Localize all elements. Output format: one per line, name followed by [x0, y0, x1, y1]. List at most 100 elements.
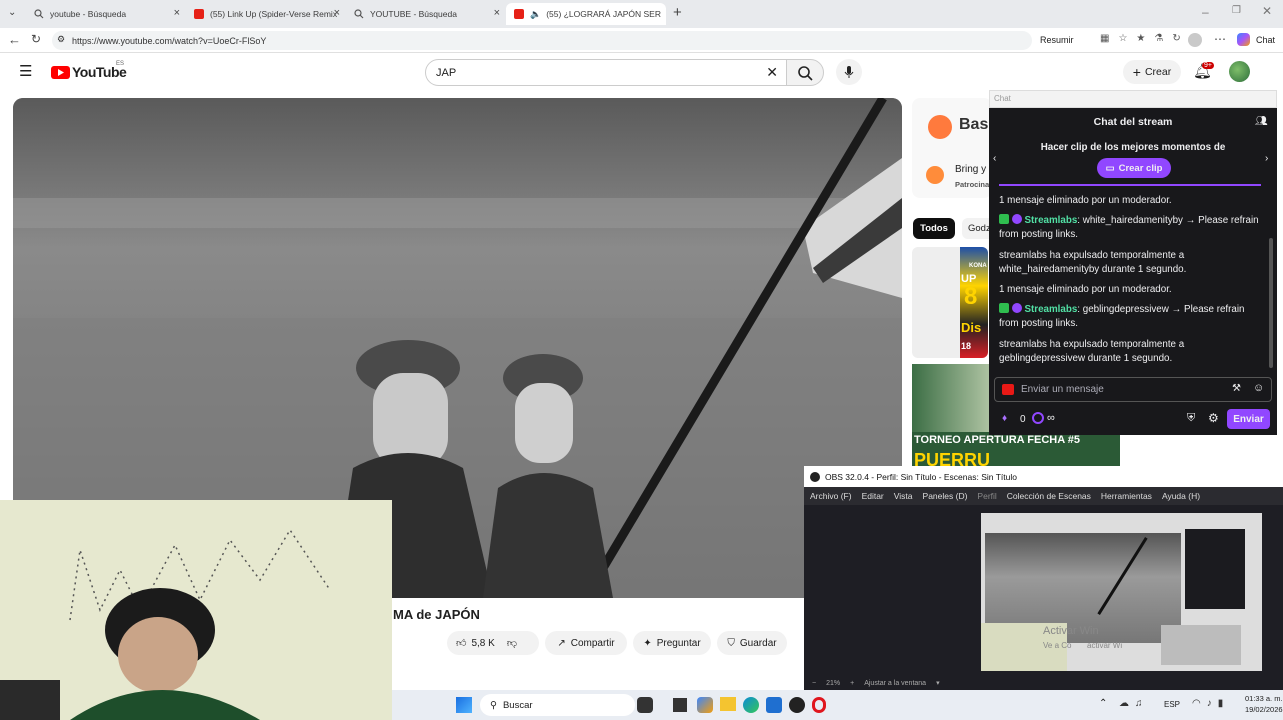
emote-icon[interactable]: ☺ — [1253, 382, 1264, 394]
mic-button[interactable] — [836, 59, 862, 85]
taskbar-search[interactable]: ⚲ Buscar — [480, 694, 635, 716]
search-icon: ⚲ — [490, 699, 497, 711]
chevron-right-icon[interactable]: › — [1265, 153, 1268, 164]
obs-menu-item[interactable]: Perfil — [977, 491, 996, 501]
edge-icon[interactable] — [743, 697, 759, 713]
obs-menu-item[interactable]: Vista — [894, 491, 913, 501]
close-icon[interactable]: × — [334, 7, 340, 19]
avatar[interactable] — [1229, 61, 1250, 82]
site-info-icon[interactable]: ⚙ — [57, 34, 65, 45]
chat-username[interactable]: Streamlabs — [1024, 304, 1077, 315]
close-icon[interactable]: × — [174, 7, 180, 19]
window-close-button[interactable]: ✕ — [1262, 4, 1272, 18]
store-icon[interactable] — [766, 697, 782, 713]
share-button[interactable]: ↗ Compartir — [545, 631, 627, 655]
browser-tab-active[interactable]: 🔈 (55) ¿LOGRARÁ JAPÓN SER — [506, 3, 666, 25]
chip-godzilla[interactable]: Godz — [962, 218, 992, 239]
tab-title: youtube - Búsqueda — [50, 9, 127, 19]
thumbnail-text: 8 — [964, 283, 978, 310]
zoom-out-button[interactable]: − — [812, 680, 816, 687]
search-button[interactable] — [786, 59, 824, 86]
ask-button[interactable]: ✦ Preguntar — [633, 631, 711, 655]
users-icon[interactable]: 👥︎ — [1255, 116, 1268, 127]
youtube-logo-icon[interactable] — [51, 66, 70, 79]
maximize-button[interactable]: ❐ — [1232, 5, 1241, 16]
create-clip-button[interactable]: ▭ Crear clip — [1097, 158, 1171, 178]
more-icon[interactable]: ⋯ — [1214, 32, 1226, 46]
minimize-button[interactable]: – — [1202, 5, 1209, 19]
chat-button[interactable]: Chat — [1256, 35, 1275, 45]
chip-all[interactable]: Todos — [913, 218, 955, 239]
tray-chevron-icon[interactable]: ⌃ — [1099, 698, 1107, 709]
file-explorer-icon[interactable] — [720, 697, 736, 711]
browser-tab[interactable]: youtube - Búsqueda × — [26, 3, 186, 25]
zoom-in-button[interactable]: + — [850, 680, 854, 687]
taskbar-app-icon[interactable] — [637, 697, 653, 713]
search-input[interactable]: JAP ✕ — [425, 59, 787, 86]
like-button[interactable]: 👍︎ 5,8 K — [456, 637, 495, 650]
tray-status-icons[interactable]: ◠♪▮ — [1192, 698, 1229, 709]
obs-menubar: Archivo (F) Editar Vista Paneles (D) Per… — [804, 487, 1283, 505]
browser-tab[interactable]: YOUTUBE - Búsqueda × — [346, 3, 506, 25]
ad-small-logo-icon — [926, 166, 944, 184]
menu-icon[interactable]: ☰ — [19, 62, 32, 80]
tab-list-chevron-icon[interactable]: ⌄ — [8, 7, 16, 18]
chat-scrollbar[interactable] — [1269, 238, 1273, 368]
opera-icon[interactable] — [812, 697, 826, 713]
start-icon[interactable] — [456, 697, 472, 713]
obs-menu-item[interactable]: Ayuda (H) — [1162, 491, 1200, 501]
obs-app-icon[interactable] — [789, 697, 805, 713]
browser-tab[interactable]: (55) Link Up (Spider-Verse Remix × — [186, 3, 346, 25]
clock-date[interactable]: 19/02/2026 — [1245, 705, 1283, 714]
save-button[interactable]: ⛉ Guardar — [717, 631, 787, 655]
dislike-button[interactable]: 👎︎ — [507, 637, 517, 649]
reload-icon[interactable]: ↻ — [31, 32, 41, 46]
bookmark-icon: ⛉ — [727, 637, 735, 649]
chat-input-placeholder: Enviar un mensaje — [1021, 384, 1104, 395]
obs-menu-item[interactable]: Archivo (F) — [810, 491, 852, 501]
obs-menu-item[interactable]: Herramientas — [1101, 491, 1152, 501]
chevron-down-icon[interactable]: ▾ — [936, 679, 940, 687]
chevron-left-icon[interactable]: ‹ — [993, 153, 996, 164]
task-view-icon[interactable] — [673, 698, 687, 712]
resume-button[interactable]: Resumir — [1040, 35, 1074, 45]
shield-icon[interactable]: ⛨ — [1187, 412, 1195, 425]
avatar[interactable] — [1188, 33, 1202, 47]
ad-text: Bring y — [955, 164, 987, 175]
verified-badge-icon — [999, 214, 1009, 224]
video-thumbnail[interactable]: KONA UP 8 Dis 18 — [912, 247, 988, 358]
create-button[interactable]: + Crear — [1123, 60, 1181, 84]
toolbar-icons[interactable]: ▦☆★⚗↻ — [1100, 33, 1190, 44]
share-icon: ↗ — [557, 637, 566, 649]
back-icon[interactable]: ← — [8, 32, 21, 47]
copilot-app-icon[interactable] — [697, 697, 713, 713]
youtube-header: ☰ YouTube ES JAP ✕ + Crear 🔔︎ 9+ — [0, 53, 1283, 93]
clock-time[interactable]: 01:33 a. m. — [1245, 694, 1283, 703]
url-text: https://www.youtube.com/watch?v=UoeCr-Fl… — [72, 35, 267, 46]
fit-window-select[interactable]: Ajustar a la ventana — [864, 680, 926, 687]
chat-message: 1 mensaje eliminado por un moderador. — [999, 194, 1264, 208]
settings-gear-icon[interactable]: ⚙ — [1208, 411, 1219, 425]
close-icon[interactable]: × — [494, 7, 500, 19]
ad-card[interactable]: Bas Bring y Patrocina — [912, 98, 992, 198]
verified-badge-icon — [999, 303, 1009, 313]
chat-username[interactable]: Streamlabs — [1024, 215, 1077, 226]
bits-icon[interactable]: ⚒ — [1232, 383, 1241, 394]
clear-search-icon[interactable]: ✕ — [766, 64, 778, 81]
copilot-icon[interactable] — [1237, 33, 1250, 46]
channel-points-value: 0 — [1020, 414, 1026, 425]
new-tab-button[interactable]: + — [673, 4, 682, 21]
obs-preview[interactable]: Activar Win Ve a Co activar Wi — [981, 513, 1262, 671]
chat-input[interactable]: Enviar un mensaje ⚒ ☺ — [994, 377, 1272, 402]
obs-menu-item[interactable]: Editar — [862, 491, 884, 501]
obs-logo-icon — [810, 471, 820, 482]
obs-menu-item[interactable]: Paneles (D) — [923, 491, 968, 501]
language-indicator[interactable]: ESP — [1164, 700, 1180, 709]
mod-badge-icon — [1011, 303, 1022, 313]
url-input[interactable]: ⚙ https://www.youtube.com/watch?v=UoeCr-… — [52, 31, 1032, 50]
tray-icons[interactable]: ☁♫ — [1119, 698, 1149, 709]
send-button[interactable]: Enviar — [1227, 409, 1270, 429]
speaker-icon[interactable]: 🔈 — [530, 9, 541, 20]
obs-menu-item[interactable]: Colección de Escenas — [1007, 491, 1091, 501]
chat-message: streamlabs ha expulsado temporalmente a … — [999, 249, 1264, 277]
